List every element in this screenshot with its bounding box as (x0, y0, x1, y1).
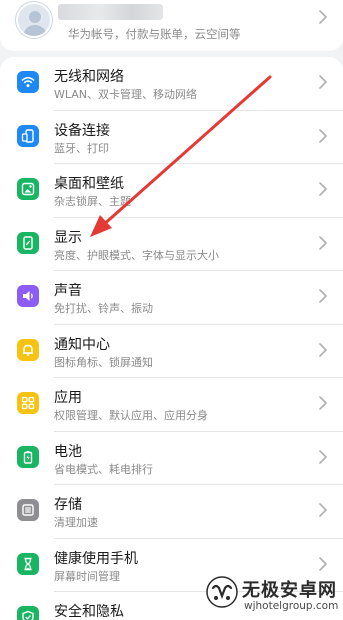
chevron-right-icon (319, 503, 327, 517)
settings-item-subtitle: 杂志锁屏、主题 (54, 195, 131, 208)
watermark-logo-icon (206, 576, 238, 608)
battery-icon (17, 445, 39, 468)
chevron-right-icon (319, 128, 327, 143)
settings-item-subtitle: 权限管理、默认应用、应用分身 (54, 409, 208, 422)
device-connection-icon (17, 124, 39, 147)
settings-item-subtitle: WLAN、双卡管理、移动网络 (54, 88, 198, 101)
settings-item-subtitle: 图标角标、锁屏通知 (54, 355, 153, 369)
settings-item-title: 安全和隐私 (54, 604, 124, 620)
settings-item-title: 显示 (54, 229, 82, 246)
settings-item-subtitle: 蓝牙、打印 (54, 141, 109, 155)
wifi-icon (17, 71, 39, 93)
chevron-right-icon (319, 75, 327, 89)
watermark: 无极安卓网 wjhotelgroup.com (178, 568, 343, 620)
apps-grid-icon (17, 392, 39, 414)
settings-item-display[interactable]: 显示 亮度、护眼模式、字体与显示大小 (0, 218, 343, 271)
settings-item-title: 健康使用手机 (54, 550, 138, 567)
settings-item-title: 电池 (54, 443, 82, 460)
settings-item-wireless-network[interactable]: 无线和网络 WLAN、双卡管理、移动网络 (0, 57, 343, 111)
settings-item-title: 声音 (54, 283, 82, 299)
watermark-url: wjhotelgroup.com (244, 600, 339, 612)
settings-item-sound[interactable]: 声音 免打扰、铃声、振动 (0, 271, 343, 325)
chevron-right-icon (319, 235, 327, 250)
display-icon (17, 231, 39, 254)
settings-item-subtitle: 省电模式、耗电排行 (54, 462, 153, 476)
chevron-right-icon (319, 449, 327, 464)
bell-icon (17, 338, 39, 361)
shield-icon (17, 606, 39, 620)
settings-item-title: 设备连接 (54, 122, 110, 139)
settings-item-apps[interactable]: 应用 权限管理、默认应用、应用分身 (0, 378, 343, 432)
settings-item-subtitle: 亮度、护眼模式、字体与显示大小 (54, 248, 219, 262)
chevron-right-icon (319, 342, 327, 357)
settings-item-subtitle: 清理加速 (54, 516, 98, 529)
settings-item-title: 应用 (54, 390, 82, 406)
settings-item-storage[interactable]: 存储 清理加速 (0, 485, 343, 539)
settings-item-title: 通知中心 (54, 336, 110, 353)
settings-item-notification-center[interactable]: 通知中心 图标角标、锁屏通知 (0, 325, 343, 378)
avatar (16, 2, 52, 38)
settings-item-title: 无线和网络 (54, 69, 124, 85)
settings-item-home-wallpaper[interactable]: 桌面和壁纸 杂志锁屏、主题 (0, 164, 343, 218)
settings-item-battery[interactable]: 电池 省电模式、耗电排行 (0, 432, 343, 485)
settings-item-title: 桌面和壁纸 (54, 176, 124, 192)
chevron-right-icon (319, 10, 327, 24)
hourglass-icon (17, 552, 39, 575)
account-card[interactable]: 华为帐号，付款与账单，云空间等 (0, 0, 343, 51)
sound-icon (17, 285, 39, 307)
chevron-right-icon (319, 182, 327, 196)
storage-icon (17, 499, 39, 521)
wallpaper-icon (17, 178, 39, 200)
settings-item-device-connection[interactable]: 设备连接 蓝牙、打印 (0, 111, 343, 164)
chevron-right-icon (319, 289, 327, 303)
blurred-account-name (58, 4, 163, 20)
settings-item-subtitle: 免打扰、铃声、振动 (54, 302, 153, 315)
settings-list: 无线和网络 WLAN、双卡管理、移动网络 设备连接 蓝牙、打印 桌面和壁纸 杂志… (0, 57, 343, 620)
watermark-title: 无极安卓网 (242, 580, 337, 601)
chevron-right-icon (319, 396, 327, 410)
settings-item-title: 存储 (54, 497, 82, 513)
settings-item-subtitle: 屏幕时间管理 (54, 569, 120, 583)
account-subtitle: 华为帐号，付款与账单，云空间等 (68, 27, 241, 41)
